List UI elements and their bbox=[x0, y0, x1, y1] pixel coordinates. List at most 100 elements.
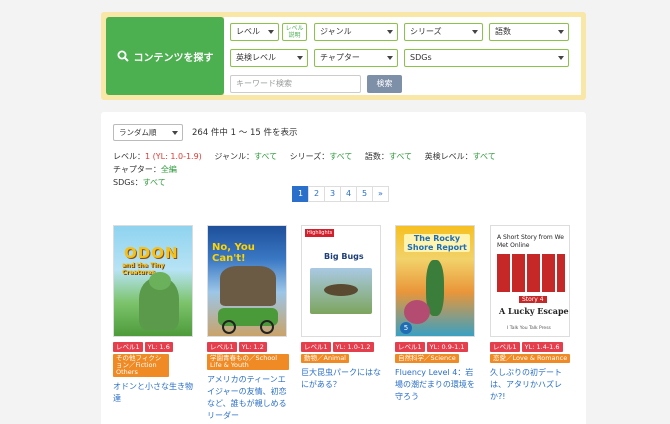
chevron-down-icon bbox=[297, 56, 303, 60]
eiken-select-label: 英検レベル bbox=[236, 53, 276, 62]
search-contents-button[interactable]: コンテンツを探す bbox=[106, 17, 224, 95]
filter-sdgs-label: SDGs： bbox=[113, 178, 143, 187]
genre-tag: 自然科学／Science bbox=[395, 354, 459, 363]
page-5[interactable]: 5 bbox=[356, 186, 373, 202]
filter-chapter: チャプター：全編 bbox=[113, 165, 177, 174]
cover-level-badge: 5 bbox=[400, 322, 412, 334]
level-select[interactable]: レベル bbox=[230, 23, 279, 41]
series-select[interactable]: シリーズ bbox=[404, 23, 483, 41]
page-4[interactable]: 4 bbox=[340, 186, 357, 202]
series-select-label: シリーズ bbox=[410, 27, 442, 36]
book-cover[interactable]: No, You Can't! bbox=[207, 225, 287, 337]
page-next[interactable]: » bbox=[372, 186, 389, 202]
filter-sdgs: SDGs：すべて bbox=[113, 178, 166, 187]
page-3[interactable]: 3 bbox=[324, 186, 341, 202]
search-submit-button[interactable]: 検索 bbox=[367, 75, 402, 93]
filter-level-label: レベル： bbox=[113, 152, 145, 161]
level-tag: レベル1 bbox=[301, 342, 331, 352]
filter-series: シリーズ：すべて bbox=[290, 152, 353, 161]
cover-wheel-art bbox=[222, 320, 236, 334]
genre-tag: 学園青春もの／School Life & Youth bbox=[207, 354, 289, 370]
cover-title: ODON bbox=[124, 244, 179, 262]
chapter-select[interactable]: チャプター bbox=[314, 49, 398, 67]
book-title[interactable]: 久しぶりの初デートは、アタリかハズレか?! bbox=[490, 367, 572, 403]
filter-genre-label: ジャンル： bbox=[214, 152, 254, 161]
yl-tag: YL: 1.6 bbox=[144, 342, 173, 352]
book-cover[interactable]: A Short Story from We Met Online Story 4… bbox=[490, 225, 570, 337]
keyword-input[interactable]: キーワード検索 bbox=[230, 75, 361, 93]
cover-grid-art bbox=[497, 254, 565, 292]
filter-chapter-label: チャプター： bbox=[113, 165, 161, 174]
book-card[interactable]: The Rocky Shore Report 5 レベル1 YL: 0.9-1.… bbox=[395, 225, 477, 403]
book-title[interactable]: アメリカのティーンエイジャーの友情、初恋など、誰もが親しめるリーダー bbox=[207, 374, 289, 422]
search-contents-label: コンテンツを探す bbox=[133, 52, 214, 64]
active-filters: レベル：1 (YL: 1.0-1.9) ジャンル：すべて シリーズ：すべて 語数… bbox=[113, 150, 573, 189]
sdgs-select-label: SDGs bbox=[410, 53, 432, 62]
filter-level: レベル：1 (YL: 1.0-1.9) bbox=[113, 152, 202, 161]
yl-tag: YL: 1.2 bbox=[238, 342, 267, 352]
cover-riders-art bbox=[220, 266, 276, 306]
book-tags: レベル1 YL: 1.2 学園青春もの／School Life & Youth bbox=[207, 342, 289, 370]
filter-level-value: 1 bbox=[145, 152, 151, 161]
search-icon bbox=[117, 50, 129, 62]
yl-tag: YL: 0.9-1.1 bbox=[426, 342, 468, 352]
book-title[interactable]: Fluency Level 4：岩場の潮だまりの環境を守ろう bbox=[395, 367, 477, 403]
level-explain-button[interactable]: レベル説明 bbox=[282, 23, 307, 41]
filter-words-label: 語数： bbox=[364, 152, 389, 161]
genre-select[interactable]: ジャンル bbox=[314, 23, 398, 41]
cover-publisher: I Talk You Talk Press bbox=[507, 326, 551, 331]
sdgs-select[interactable]: SDGs bbox=[404, 49, 569, 67]
cover-publisher: Highlights bbox=[305, 229, 335, 237]
cover-story-number: Story 4 bbox=[519, 296, 547, 303]
book-tags: レベル1 YL: 0.9-1.1 自然科学／Science bbox=[395, 342, 477, 363]
words-select[interactable]: 語数 bbox=[489, 23, 569, 41]
chevron-down-icon bbox=[387, 30, 393, 34]
filter-genre-value: すべて bbox=[253, 152, 278, 161]
eiken-select[interactable]: 英検レベル bbox=[230, 49, 308, 67]
sort-select[interactable]: ランダム順 bbox=[113, 124, 183, 141]
chevron-down-icon bbox=[268, 30, 274, 34]
filter-words: 語数：すべて bbox=[365, 152, 412, 161]
filter-sdgs-value: すべて bbox=[142, 178, 166, 187]
book-cover[interactable]: The Rocky Shore Report 5 bbox=[395, 225, 475, 337]
book-tags: レベル1 YL: 1.4-1.6 恋愛／Love & Romance bbox=[490, 342, 572, 363]
sort-select-label: ランダム順 bbox=[119, 128, 157, 137]
result-count: 264 件中 1 〜 15 件を表示 bbox=[192, 128, 298, 138]
pagination: 1 2 3 4 5 » bbox=[292, 186, 389, 202]
book-cover[interactable]: ODON and the Tiny Creatures bbox=[113, 225, 193, 337]
cover-rock-art bbox=[404, 300, 430, 324]
page-2[interactable]: 2 bbox=[308, 186, 325, 202]
genre-tag: 恋愛／Love & Romance bbox=[490, 354, 571, 363]
level-tag: レベル1 bbox=[395, 342, 425, 352]
cover-title: Big Bugs bbox=[324, 252, 364, 261]
book-title[interactable]: オドンと小さな生き物達 bbox=[113, 381, 195, 405]
cover-title: No, You Can't! bbox=[212, 242, 255, 264]
chevron-down-icon bbox=[558, 56, 564, 60]
yl-tag: YL: 1.4-1.6 bbox=[521, 342, 563, 352]
chapter-select-label: チャプター bbox=[320, 53, 360, 62]
filter-series-label: シリーズ： bbox=[289, 152, 330, 161]
book-card[interactable]: No, You Can't! レベル1 YL: 1.2 学園青春もの／Schoo… bbox=[207, 225, 289, 422]
filter-chapter-value: 全編 bbox=[160, 165, 177, 174]
search-panel: コンテンツを探す レベル レベル説明 ジャンル シリーズ 語数 英検レベル チャ… bbox=[101, 12, 586, 100]
chevron-down-icon bbox=[387, 56, 393, 60]
chevron-down-icon bbox=[472, 30, 478, 34]
book-card[interactable]: A Short Story from We Met Online Story 4… bbox=[490, 225, 572, 403]
cover-title: The Rocky Shore Report bbox=[404, 234, 470, 252]
chevron-down-icon bbox=[172, 131, 178, 135]
book-tags: レベル1 YL: 1.6 その他フィクション／Fiction Others bbox=[113, 342, 195, 377]
filter-genre: ジャンル：すべて bbox=[214, 152, 277, 161]
book-card[interactable]: Highlights Big Bugs レベル1 YL: 1.0-1.2 動物／… bbox=[301, 225, 383, 391]
cover-dinosaur-art bbox=[149, 272, 171, 290]
cover-series: A Short Story from We Met Online bbox=[497, 234, 564, 249]
yl-tag: YL: 1.0-1.2 bbox=[332, 342, 374, 352]
book-tags: レベル1 YL: 1.0-1.2 動物／Animal bbox=[301, 342, 383, 363]
book-title[interactable]: 巨大昆虫パークにはなにがある？ bbox=[301, 367, 383, 391]
page-1[interactable]: 1 bbox=[292, 186, 309, 202]
filter-series-value: すべて bbox=[329, 152, 353, 161]
book-card[interactable]: ODON and the Tiny Creatures レベル1 YL: 1.6… bbox=[113, 225, 195, 405]
book-cover[interactable]: Highlights Big Bugs bbox=[301, 225, 381, 337]
genre-tag: その他フィクション／Fiction Others bbox=[113, 354, 169, 377]
results-panel: ランダム順 264 件中 1 〜 15 件を表示 レベル：1 (YL: 1.0-… bbox=[101, 112, 586, 424]
level-tag: レベル1 bbox=[207, 342, 237, 352]
